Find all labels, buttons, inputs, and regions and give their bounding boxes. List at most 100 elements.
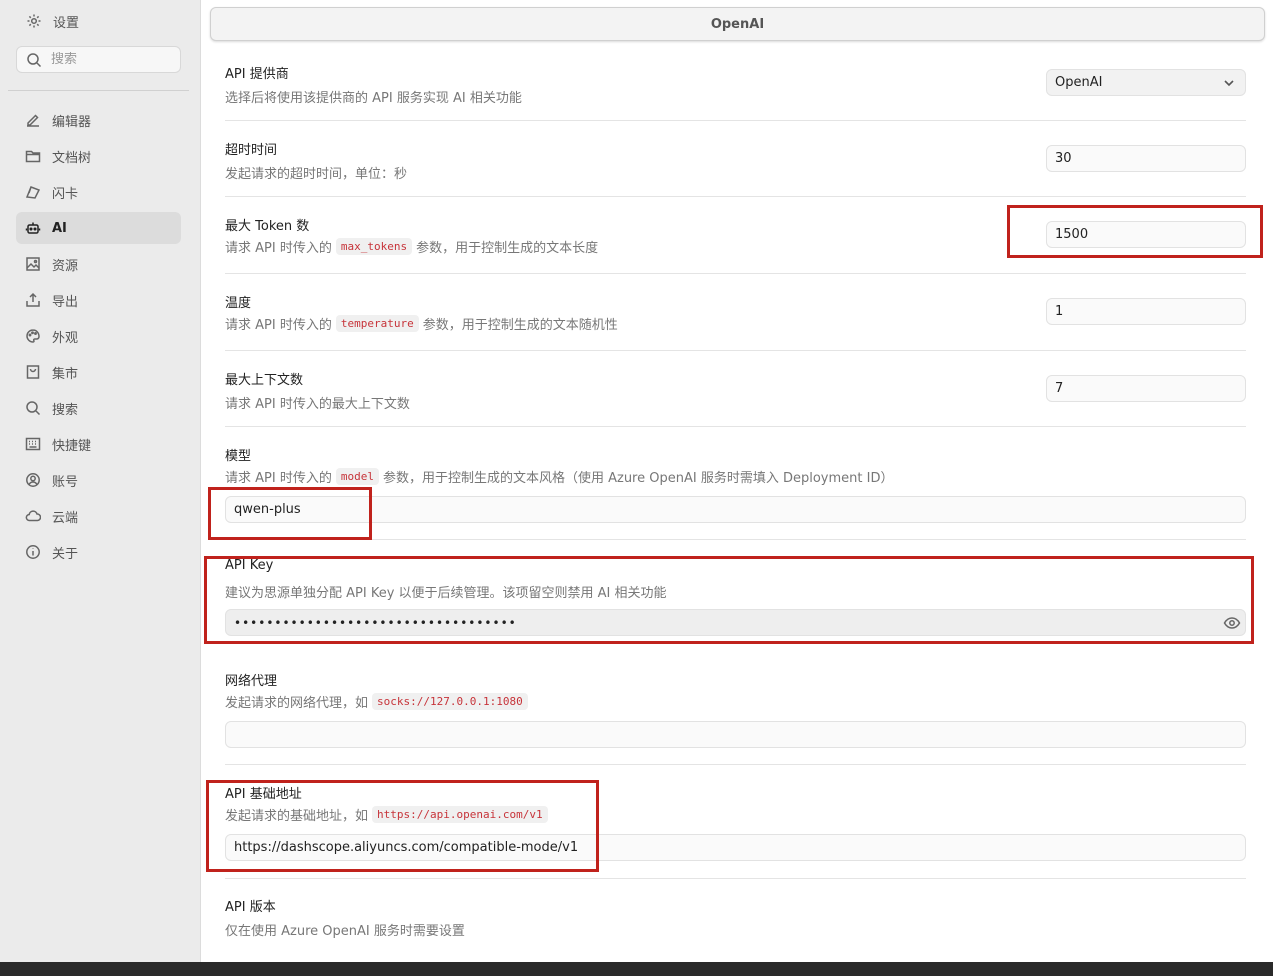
sidebar-item-ai[interactable]: AI — [16, 212, 181, 244]
sidebar-item-account[interactable]: 账号 — [16, 464, 181, 496]
api-version-label: API 版本 — [225, 900, 276, 915]
api-key-input[interactable] — [234, 615, 1245, 630]
temperature-input[interactable] — [1055, 304, 1245, 319]
proxy-desc: 发起请求的网络代理，如 socks://127.0.0.1:1080 — [225, 692, 532, 711]
sidebar-item-label: 账号 — [52, 474, 79, 490]
info-icon — [24, 543, 42, 561]
provider-label: API 提供商 — [225, 67, 289, 82]
proxy-desc-pre: 发起请求的网络代理，如 — [225, 696, 369, 711]
timeout-input[interactable] — [1055, 151, 1245, 166]
sidebar-item-label: 编辑器 — [52, 114, 92, 130]
setting-row-temperature: 温度 请求 API 时传入的 temperature 参数，用于控制生成的文本随… — [225, 287, 1246, 351]
base-url-input[interactable] — [234, 840, 1245, 855]
sidebar-item-bazaar[interactable]: 集市 — [16, 356, 181, 388]
sidebar-item-label: AI — [52, 220, 67, 236]
proxy-label: 网络代理 — [225, 674, 278, 689]
sidebar-item-label: 文档树 — [52, 150, 92, 166]
sidebar-item-label: 快捷键 — [52, 438, 92, 454]
sidebar-item-appearance[interactable]: 外观 — [16, 320, 181, 352]
sidebar-item-export[interactable]: 导出 — [16, 284, 181, 316]
max-context-input[interactable] — [1055, 381, 1245, 396]
settings-sidebar: 设置 编辑器 文档树 闪卡 AI — [0, 0, 201, 962]
temperature-label: 温度 — [225, 296, 252, 311]
base-url-field[interactable] — [225, 834, 1246, 861]
keyboard-icon — [24, 435, 42, 453]
sidebar-item-label: 关于 — [52, 546, 79, 562]
proxy-code: socks://127.0.0.1:1080 — [372, 693, 528, 710]
sidebar-item-label: 外观 — [52, 330, 79, 346]
eye-icon[interactable] — [1223, 615, 1241, 631]
bag-icon — [24, 363, 42, 381]
api-key-desc: 建议为思源单独分配 API Key 以便于后续管理。该项留空则禁用 AI 相关功… — [225, 586, 667, 601]
timeout-desc: 发起请求的超时时间，单位：秒 — [225, 167, 408, 182]
temperature-desc-pre: 请求 API 时传入的 — [225, 318, 332, 333]
sidebar-title-text: 设置 — [53, 15, 80, 31]
sidebar-item-label: 集市 — [52, 366, 79, 382]
max-tokens-desc-pre: 请求 API 时传入的 — [225, 241, 332, 256]
base-url-label: API 基础地址 — [225, 787, 302, 802]
sidebar-item-filetree[interactable]: 文档树 — [16, 140, 181, 172]
setting-row-api-key: API Key 建议为思源单独分配 API Key 以便于后续管理。该项留空则禁… — [225, 553, 1246, 653]
setting-row-model: 模型 请求 API 时传入的 model 参数，用于控制生成的文本风格（使用 A… — [225, 440, 1246, 540]
proxy-field[interactable] — [225, 721, 1246, 748]
setting-row-api-version: API 版本 仅在使用 Azure OpenAI 服务时需要设置 — [225, 891, 1246, 962]
sidebar-item-cloud[interactable]: 云端 — [16, 500, 181, 532]
sidebar-nav: 编辑器 文档树 闪卡 AI 资源 导出 外观 集市 搜索 快捷键 账号 云端 关… — [16, 104, 181, 572]
model-desc-post: 参数，用于控制生成的文本风格（使用 Azure OpenAI 服务时需填入 De… — [382, 471, 894, 486]
setting-row-base-url: API 基础地址 发起请求的基础地址，如 https://api.openai.… — [225, 778, 1246, 879]
robot-icon — [24, 219, 42, 237]
upload-icon — [24, 291, 42, 309]
provider-select[interactable]: OpenAI — [1046, 69, 1246, 96]
model-label: 模型 — [225, 449, 252, 464]
palette-icon — [24, 327, 42, 345]
sidebar-item-flashcard[interactable]: 闪卡 — [16, 176, 181, 208]
temperature-field[interactable] — [1046, 298, 1246, 325]
setting-row-max-context: 最大上下文数 请求 API 时传入的最大上下文数 — [225, 364, 1246, 427]
sidebar-item-assets[interactable]: 资源 — [16, 248, 181, 280]
setting-row-max-tokens: 最大 Token 数 请求 API 时传入的 max_tokens 参数，用于控… — [225, 210, 1246, 274]
sidebar-item-label: 搜索 — [52, 402, 79, 418]
max-tokens-input[interactable] — [1055, 227, 1245, 242]
sidebar-item-editor[interactable]: 编辑器 — [16, 104, 181, 136]
model-code: model — [335, 468, 379, 485]
provider-desc: 选择后将使用该提供商的 API 服务实现 AI 相关功能 — [225, 91, 522, 106]
image-icon — [24, 255, 42, 273]
sidebar-item-about[interactable]: 关于 — [16, 536, 181, 568]
setting-row-proxy: 网络代理 发起请求的网络代理，如 socks://127.0.0.1:1080 — [225, 665, 1246, 765]
max-tokens-desc: 请求 API 时传入的 max_tokens 参数，用于控制生成的文本长度 — [225, 237, 598, 256]
sidebar-item-keymap[interactable]: 快捷键 — [16, 428, 181, 460]
settings-main: OpenAI API 提供商 选择后将使用该提供商的 API 服务实现 AI 相… — [201, 0, 1273, 962]
base-url-desc-pre: 发起请求的基础地址，如 — [225, 809, 369, 824]
api-key-label: API Key — [225, 558, 274, 573]
account-icon — [24, 471, 42, 489]
tab-openai[interactable]: OpenAI — [210, 7, 1265, 41]
sidebar-item-label: 云端 — [52, 510, 79, 526]
model-desc-pre: 请求 API 时传入的 — [225, 471, 332, 486]
max-tokens-desc-post: 参数，用于控制生成的文本长度 — [416, 241, 599, 256]
search-icon — [24, 399, 42, 417]
max-tokens-field[interactable] — [1046, 221, 1246, 248]
flashcard-icon — [24, 183, 42, 201]
model-field[interactable] — [225, 496, 1246, 523]
proxy-input[interactable] — [234, 727, 1245, 742]
search-icon — [25, 51, 43, 69]
timeout-field[interactable] — [1046, 145, 1246, 172]
setting-row-provider: API 提供商 选择后将使用该提供商的 API 服务实现 AI 相关功能 Ope… — [225, 58, 1246, 121]
gear-icon — [25, 12, 43, 30]
pencil-icon — [24, 111, 42, 129]
temperature-desc-post: 参数，用于控制生成的文本随机性 — [422, 318, 618, 333]
sidebar-title: 设置 — [25, 11, 79, 31]
cloud-icon — [24, 507, 42, 525]
timeout-label: 超时时间 — [225, 143, 278, 158]
max-context-desc: 请求 API 时传入的最大上下文数 — [225, 397, 410, 412]
sidebar-search[interactable] — [16, 46, 181, 73]
sidebar-item-search[interactable]: 搜索 — [16, 392, 181, 424]
max-tokens-code: max_tokens — [335, 238, 413, 255]
max-context-field[interactable] — [1046, 375, 1246, 402]
sidebar-search-input[interactable] — [51, 52, 171, 67]
sidebar-divider — [8, 90, 189, 91]
api-version-desc: 仅在使用 Azure OpenAI 服务时需要设置 — [225, 924, 465, 939]
settings-window: 设置 编辑器 文档树 闪卡 AI — [0, 0, 1273, 962]
model-input[interactable] — [234, 502, 1245, 517]
api-key-field[interactable] — [225, 609, 1246, 636]
